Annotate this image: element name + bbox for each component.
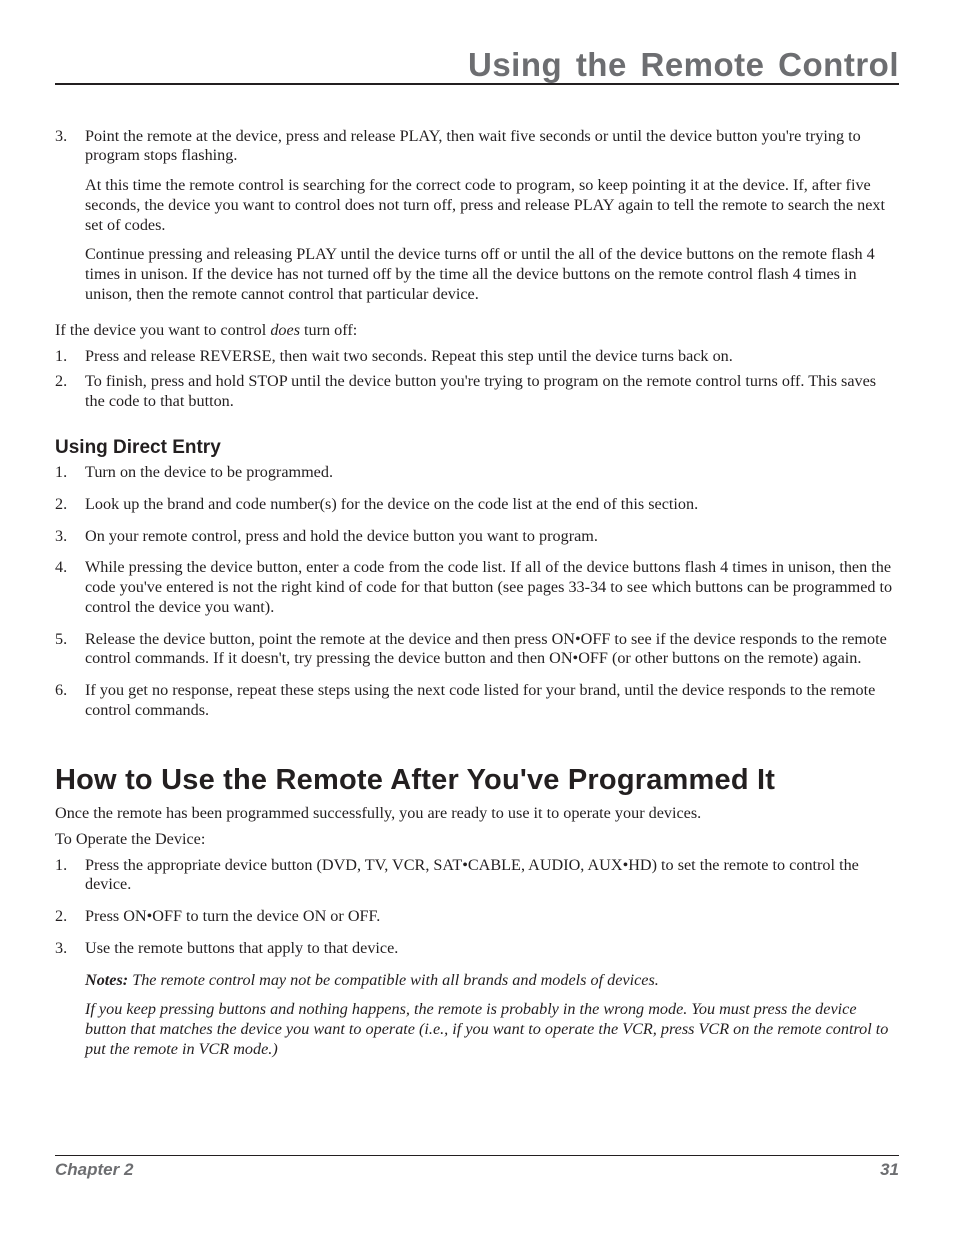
page-header-title: Using the Remote Control [55,48,899,83]
step-number: 3. [55,527,85,547]
step-content: Look up the brand and code number(s) for… [85,495,899,515]
list-item: 6. If you get no response, repeat these … [55,681,899,721]
list-item: 3. Point the remote at the device, press… [55,127,899,315]
if-device-off-line: If the device you want to control does t… [55,321,899,341]
heading-how-to-use: How to Use the Remote After You've Progr… [55,763,899,798]
step-content: Point the remote at the device, press an… [85,127,899,315]
list-item: 2. To finish, press and hold STOP until … [55,372,899,412]
list-item: 1. Press and release REVERSE, then wait … [55,347,899,367]
text: If the device you want to control [55,321,270,339]
footer-chapter: Chapter 2 [55,1160,133,1180]
step-number: 3. [55,939,85,959]
step-number: 2. [55,907,85,927]
step-content: To finish, press and hold STOP until the… [85,372,899,412]
text: turn off: [300,321,357,339]
list-item: 1. Turn on the device to be programmed. [55,463,899,483]
step-content: On your remote control, press and hold t… [85,527,899,547]
notes-line-1: Notes: The remote control may not be com… [85,971,899,991]
step-number: 2. [55,495,85,515]
notes-line-2: If you keep pressing buttons and nothing… [85,1000,899,1059]
paragraph: Point the remote at the device, press an… [85,127,899,167]
list-item: 4. While pressing the device button, ent… [55,558,899,617]
direct-entry-steps: 1. Turn on the device to be programmed. … [55,463,899,721]
page: Using the Remote Control 3. Point the re… [0,0,954,1235]
emphasis-does: does [270,321,300,339]
step-number: 6. [55,681,85,721]
how-to-use-intro: Once the remote has been programmed succ… [55,804,899,824]
if-off-substeps: 1. Press and release REVERSE, then wait … [55,347,899,412]
step-content: If you get no response, repeat these ste… [85,681,899,721]
operate-label: To Operate the Device: [55,830,899,850]
body: 3. Point the remote at the device, press… [55,127,899,1060]
heading-direct-entry: Using Direct Entry [55,436,899,459]
step-content: Press ON•OFF to turn the device ON or OF… [85,907,899,927]
step-number: 5. [55,630,85,670]
page-header: Using the Remote Control [55,48,899,85]
step-content: Press the appropriate device button (DVD… [85,856,899,896]
step-content: Press and release REVERSE, then wait two… [85,347,899,367]
list-item: 2. Look up the brand and code number(s) … [55,495,899,515]
step-number: 3. [55,127,85,315]
step-content: While pressing the device button, enter … [85,558,899,617]
page-footer: Chapter 2 31 [55,1155,899,1180]
step-content: Turn on the device to be programmed. [85,463,899,483]
paragraph: Continue pressing and releasing PLAY unt… [85,245,899,304]
step-number: 4. [55,558,85,617]
notes-block: Notes: The remote control may not be com… [85,971,899,1060]
list-item: 1. Press the appropriate device button (… [55,856,899,896]
operate-steps: 1. Press the appropriate device button (… [55,856,899,959]
paragraph: At this time the remote control is searc… [85,176,899,235]
step-number: 1. [55,463,85,483]
step-content: Use the remote buttons that apply to tha… [85,939,899,959]
list-item: 3. On your remote control, press and hol… [55,527,899,547]
auto-search-step-3: 3. Point the remote at the device, press… [55,127,899,315]
step-content: Release the device button, point the rem… [85,630,899,670]
list-item: 3. Use the remote buttons that apply to … [55,939,899,959]
list-item: 2. Press ON•OFF to turn the device ON or… [55,907,899,927]
step-number: 2. [55,372,85,412]
notes-lead: Notes: [85,971,128,989]
list-item: 5. Release the device button, point the … [55,630,899,670]
step-number: 1. [55,856,85,896]
footer-page-number: 31 [880,1160,899,1180]
step-number: 1. [55,347,85,367]
notes-text-1: The remote control may not be compatible… [128,971,659,989]
